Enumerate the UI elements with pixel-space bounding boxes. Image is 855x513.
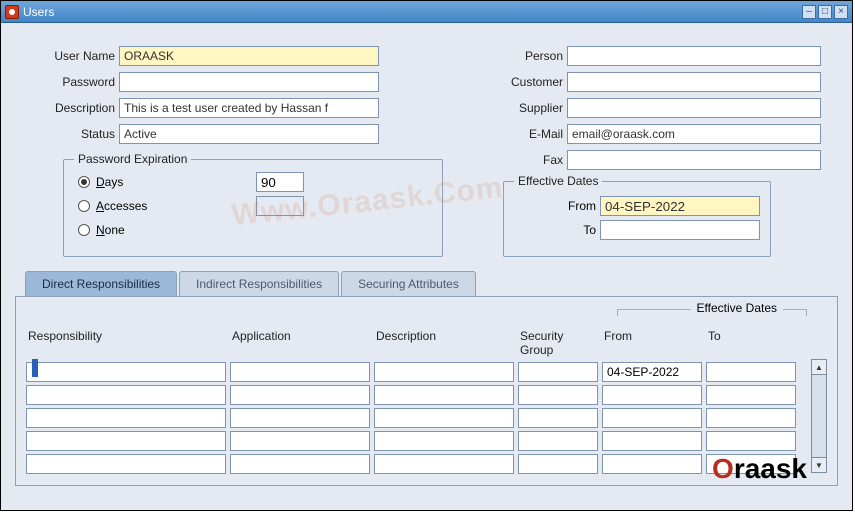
eff-to-input[interactable] (600, 220, 760, 240)
cell-responsibility[interactable] (26, 362, 226, 382)
cell-application[interactable] (230, 362, 370, 382)
cell-security-group[interactable] (518, 385, 598, 405)
col-description: Description (374, 329, 514, 359)
days-radio[interactable] (78, 176, 90, 188)
cell-from[interactable] (602, 362, 702, 382)
window-title: Users (23, 5, 800, 19)
accesses-radio-label: Accesses (96, 199, 186, 213)
cell-from[interactable] (602, 408, 702, 428)
cell-to[interactable] (706, 362, 796, 382)
cell-description[interactable] (374, 385, 514, 405)
cell-security-group[interactable] (518, 362, 598, 382)
fax-input[interactable] (567, 150, 821, 170)
person-label: Person (483, 49, 563, 63)
supplier-input[interactable] (567, 98, 821, 118)
close-icon[interactable]: × (834, 5, 848, 19)
col-responsibility: Responsibility (26, 329, 226, 359)
tab-direct-responsibilities[interactable]: Direct Responsibilities (25, 271, 177, 296)
scroll-up-icon[interactable]: ▲ (811, 359, 827, 375)
cell-security-group[interactable] (518, 408, 598, 428)
logo-rest: raask (734, 453, 807, 484)
form-content: User Name Password Description Status Pa… (1, 23, 852, 494)
col-application: Application (230, 329, 370, 359)
app-icon (5, 5, 19, 19)
current-row-indicator (32, 359, 38, 377)
accesses-value-input (256, 196, 304, 216)
cell-application[interactable] (230, 454, 370, 474)
cell-to[interactable] (706, 385, 796, 405)
status-label: Status (15, 127, 115, 141)
cell-responsibility[interactable] (26, 385, 226, 405)
cell-application[interactable] (230, 385, 370, 405)
col-security-group: Security Group (518, 329, 598, 359)
scroll-track[interactable] (811, 375, 827, 457)
logo-accent: O (712, 453, 734, 484)
maximize-icon[interactable]: □ (818, 5, 832, 19)
cell-security-group[interactable] (518, 431, 598, 451)
eff-from-label: From (556, 199, 596, 213)
tab-indirect-responsibilities[interactable]: Indirect Responsibilities (179, 271, 339, 296)
cell-from[interactable] (602, 454, 702, 474)
username-input[interactable] (119, 46, 379, 66)
fax-label: Fax (483, 153, 563, 167)
cell-to[interactable] (706, 431, 796, 451)
effective-dates-group: Effective Dates From To (503, 181, 771, 257)
none-radio[interactable] (78, 224, 90, 236)
cell-responsibility[interactable] (26, 454, 226, 474)
eff-from-input[interactable] (600, 196, 760, 216)
email-label: E-Mail (483, 127, 563, 141)
none-radio-label: None (96, 223, 186, 237)
titlebar[interactable]: Users – □ × (1, 1, 852, 23)
cell-application[interactable] (230, 431, 370, 451)
cell-description[interactable] (374, 362, 514, 382)
cell-responsibility[interactable] (26, 408, 226, 428)
grid-effective-dates-label: Effective Dates (691, 301, 783, 315)
responsibilities-grid: Responsibility Application Description S… (26, 329, 827, 474)
cell-description[interactable] (374, 454, 514, 474)
email-input[interactable] (567, 124, 821, 144)
col-from: From (602, 329, 702, 359)
cell-to[interactable] (706, 408, 796, 428)
customer-label: Customer (483, 75, 563, 89)
users-window: Users – □ × User Name Password Descripti… (0, 0, 853, 511)
scroll-down-icon[interactable]: ▼ (811, 457, 827, 473)
days-radio-label: Days (96, 175, 186, 189)
cell-security-group[interactable] (518, 454, 598, 474)
cell-description[interactable] (374, 408, 514, 428)
tab-securing-attributes[interactable]: Securing Attributes (341, 271, 476, 296)
description-input[interactable] (119, 98, 379, 118)
col-to: To (706, 329, 796, 359)
cell-description[interactable] (374, 431, 514, 451)
effective-dates-legend: Effective Dates (514, 174, 602, 188)
cell-application[interactable] (230, 408, 370, 428)
cell-from[interactable] (602, 431, 702, 451)
responsibilities-panel: Effective Dates Responsibility Applicati… (15, 296, 838, 486)
password-label: Password (15, 75, 115, 89)
username-label: User Name (15, 49, 115, 63)
days-value-input[interactable] (256, 172, 304, 192)
oraask-logo: Oraask (712, 453, 807, 485)
status-input[interactable] (119, 124, 379, 144)
tabbar: Direct Responsibilities Indirect Respons… (15, 271, 838, 296)
grid-scrollbar[interactable]: ▲ ▼ (811, 359, 827, 473)
person-input[interactable] (567, 46, 821, 66)
minimize-icon[interactable]: – (802, 5, 816, 19)
password-expiration-legend: Password Expiration (74, 152, 191, 166)
password-expiration-group: Password Expiration Days Accesses None (63, 159, 443, 257)
cell-responsibility[interactable] (26, 431, 226, 451)
accesses-radio[interactable] (78, 200, 90, 212)
description-label: Description (15, 101, 115, 115)
customer-input[interactable] (567, 72, 821, 92)
eff-to-label: To (556, 223, 596, 237)
password-input[interactable] (119, 72, 379, 92)
cell-from[interactable] (602, 385, 702, 405)
supplier-label: Supplier (483, 101, 563, 115)
